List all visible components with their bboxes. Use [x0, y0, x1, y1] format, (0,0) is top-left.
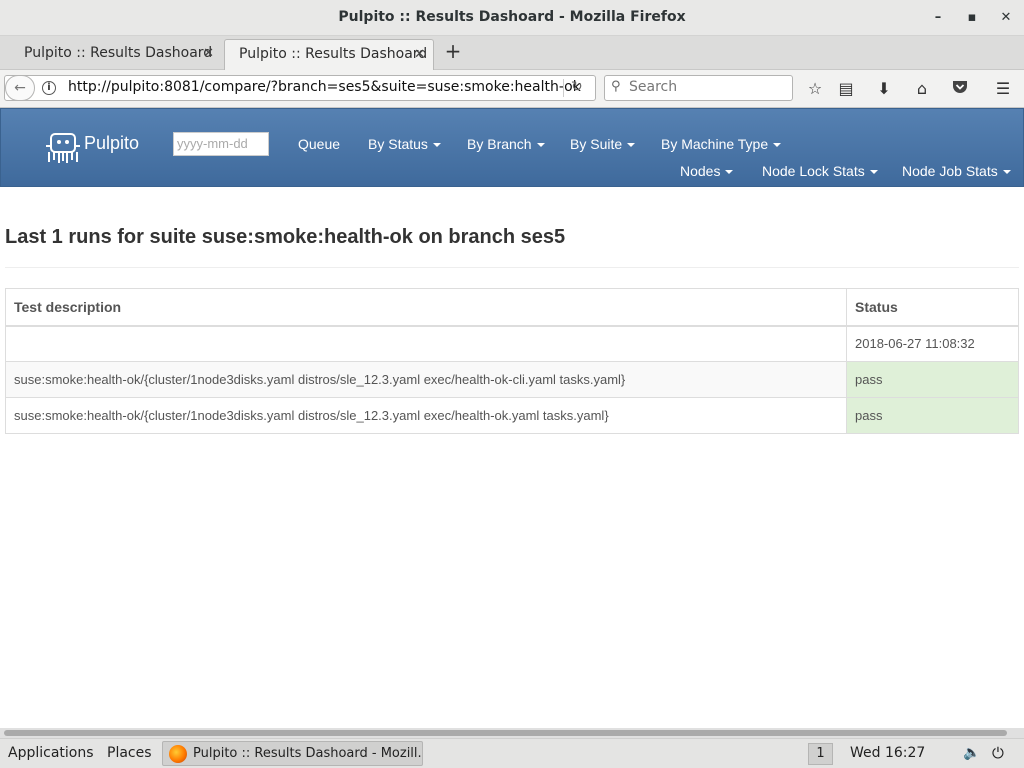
taskbar-window-label: Pulpito :: Results Dashoard - Mozill... — [193, 746, 423, 761]
nav-node-lock-stats[interactable]: Node Lock Stats — [762, 163, 878, 179]
status-badge[interactable]: pass — [846, 361, 1019, 398]
info-icon[interactable]: i — [42, 81, 56, 95]
workspace-indicator[interactable]: 1 — [808, 743, 833, 765]
tab-close-icon[interactable]: ✕ — [203, 39, 214, 68]
tab-close-icon[interactable]: ✕ — [414, 40, 425, 69]
minimize-icon[interactable]: – — [928, 8, 948, 28]
page-title: Last 1 runs for suite suse:smoke:health-… — [5, 226, 566, 248]
url-bar[interactable]: ← i http://pulpito:8081/compare/?branch=… — [4, 75, 596, 101]
caret-down-icon — [1002, 170, 1011, 175]
results-table: Test description Status 2018-06-27 11:08… — [5, 288, 1019, 434]
download-icon[interactable]: ⬇ — [873, 79, 895, 99]
caret-down-icon — [869, 170, 878, 175]
scrollbar-thumb[interactable] — [4, 730, 1007, 736]
url-separator — [563, 79, 564, 97]
nav-label: Node Lock Stats — [762, 163, 865, 179]
horizontal-scrollbar[interactable] — [0, 728, 1024, 738]
caret-down-icon — [536, 143, 545, 148]
bookmark-star-icon[interactable]: ☆ — [804, 79, 826, 99]
tab-results-dashboard-1[interactable]: Pulpito :: Results Dashoard ✕ — [10, 39, 222, 70]
nav-by-status[interactable]: By Status — [368, 136, 441, 152]
caret-down-icon — [773, 143, 782, 148]
clock[interactable]: Wed 16:27 — [850, 745, 925, 761]
run-row: 2018-06-27 11:08:32 — [5, 325, 1019, 362]
pulpito-navbar: Pulpito yyyy-mm-dd Queue By Status By Br… — [0, 108, 1024, 187]
tab-label: Pulpito :: Results Dashoard — [239, 46, 428, 62]
pocket-icon[interactable] — [949, 79, 971, 99]
table-header-row: Test description Status — [5, 288, 1019, 327]
caret-down-icon — [725, 170, 734, 175]
firefox-icon — [169, 745, 187, 763]
taskbar-window-button[interactable]: Pulpito :: Results Dashoard - Mozill... — [162, 741, 423, 766]
reader-list-icon[interactable]: ▤ — [835, 79, 857, 99]
navigation-toolbar: ← i http://pulpito:8081/compare/?branch=… — [0, 70, 1024, 108]
date-input[interactable]: yyyy-mm-dd — [173, 132, 269, 156]
caret-down-icon — [432, 143, 441, 148]
tab-strip: Pulpito :: Results Dashoard ✕ Pulpito ::… — [0, 36, 1024, 70]
pulpito-logo-icon[interactable] — [45, 132, 81, 164]
table-row: suse:smoke:health-ok/{cluster/1node3disk… — [5, 397, 1019, 434]
window-close-icon[interactable]: ✕ — [996, 8, 1016, 28]
applications-menu[interactable]: Applications — [8, 745, 94, 761]
home-icon[interactable]: ⌂ — [911, 79, 933, 99]
run-description — [5, 325, 847, 362]
hamburger-menu-icon[interactable]: ☰ — [992, 79, 1014, 99]
new-tab-plus-icon[interactable]: + — [443, 40, 463, 62]
status-badge[interactable]: pass — [846, 397, 1019, 434]
window-titlebar: Pulpito :: Results Dashoard - Mozilla Fi… — [0, 0, 1024, 36]
run-timestamp[interactable]: 2018-06-27 11:08:32 — [846, 325, 1019, 362]
nav-by-branch[interactable]: By Branch — [467, 136, 545, 152]
back-icon[interactable]: ← — [5, 75, 35, 101]
column-header-description[interactable]: Test description — [5, 288, 847, 327]
nav-by-suite[interactable]: By Suite — [570, 136, 636, 152]
nav-label: By Suite — [570, 136, 623, 152]
power-icon[interactable]: ⏻ — [992, 744, 1004, 762]
nav-label: Nodes — [680, 163, 721, 179]
search-input[interactable]: ⚲ Search — [604, 75, 793, 101]
url-text[interactable]: http://pulpito:8081/compare/?branch=ses5… — [68, 79, 581, 95]
taskbar: Applications Places Pulpito :: Results D… — [0, 738, 1024, 768]
search-icon: ⚲ — [611, 79, 621, 94]
nav-queue[interactable]: Queue — [298, 136, 340, 152]
maximize-icon[interactable]: ▪ — [962, 8, 982, 28]
nav-label: Node Job Stats — [902, 163, 998, 179]
nav-label: By Branch — [467, 136, 532, 152]
test-description: suse:smoke:health-ok/{cluster/1node3disk… — [5, 361, 847, 398]
nav-node-job-stats[interactable]: Node Job Stats — [902, 163, 1011, 179]
test-description: suse:smoke:health-ok/{cluster/1node3disk… — [5, 397, 847, 434]
nav-by-machine-type[interactable]: By Machine Type — [661, 136, 782, 152]
reload-icon[interactable]: ↻ — [571, 79, 583, 95]
nav-label: By Status — [368, 136, 428, 152]
search-placeholder: Search — [629, 79, 678, 95]
tab-results-dashboard-2[interactable]: Pulpito :: Results Dashoard ✕ — [224, 39, 434, 70]
places-menu[interactable]: Places — [107, 745, 152, 761]
nav-label: By Machine Type — [661, 136, 769, 152]
column-header-status[interactable]: Status — [846, 288, 1019, 327]
table-row: suse:smoke:health-ok/{cluster/1node3disk… — [5, 361, 1019, 398]
caret-down-icon — [627, 143, 636, 148]
brand-name[interactable]: Pulpito — [84, 133, 139, 154]
nav-nodes[interactable]: Nodes — [680, 163, 734, 179]
volume-icon[interactable]: 🔈 — [963, 745, 980, 761]
tab-label: Pulpito :: Results Dashoard — [24, 45, 213, 61]
title-divider — [5, 267, 1019, 268]
window-title: Pulpito :: Results Dashoard - Mozilla Fi… — [338, 9, 686, 25]
